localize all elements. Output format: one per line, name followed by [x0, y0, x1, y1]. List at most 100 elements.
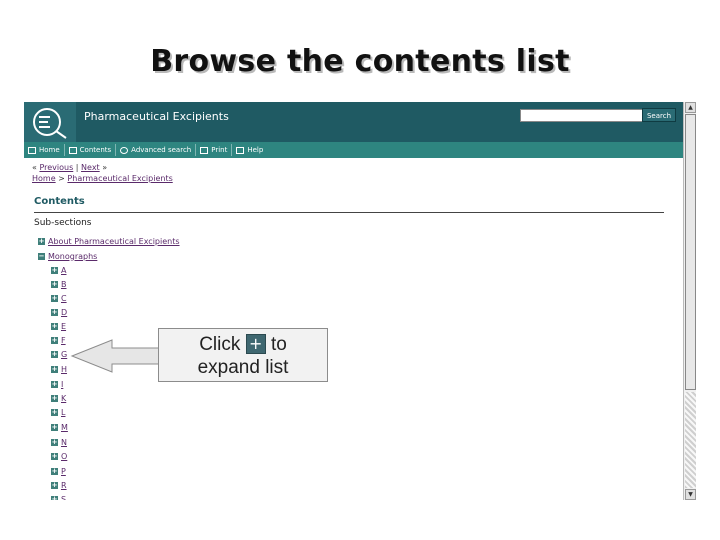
expand-hint-callout: Click + to expand list: [158, 328, 328, 382]
tree-item[interactable]: − Monographs: [38, 250, 97, 262]
tree-item[interactable]: + L: [51, 406, 65, 418]
tree-item[interactable]: + About Pharmaceutical Excipients: [38, 235, 180, 247]
scroll-thumb[interactable]: [685, 114, 696, 390]
tree-item[interactable]: + R: [51, 479, 67, 491]
pager-row: « Previous | Next »: [32, 163, 108, 172]
site-header: Pharmaceutical Excipients Search: [24, 102, 684, 142]
scroll-up-arrow-icon[interactable]: ▲: [685, 102, 696, 113]
contents-heading: Contents: [34, 196, 85, 207]
tree-item-label[interactable]: S: [61, 495, 66, 501]
tree-item-label[interactable]: H: [61, 365, 67, 374]
tree-item-label[interactable]: K: [61, 394, 66, 403]
tree-item-label[interactable]: A: [61, 266, 66, 275]
tree-item-label[interactable]: N: [61, 438, 67, 447]
scroll-track[interactable]: [685, 392, 696, 488]
nav-print[interactable]: Print: [196, 144, 233, 156]
expand-icon[interactable]: +: [51, 380, 58, 388]
callout-to-text: to: [270, 334, 287, 355]
tree-item-label[interactable]: L: [61, 408, 65, 417]
search-input[interactable]: [520, 109, 644, 122]
expand-icon[interactable]: +: [51, 266, 58, 274]
nav-contents[interactable]: Contents: [65, 144, 117, 156]
tree-item[interactable]: + A: [51, 264, 66, 276]
tree-item-label[interactable]: E: [61, 322, 66, 331]
nav-help-label: Help: [247, 146, 264, 154]
vertical-scrollbar[interactable]: ▲ ▼: [683, 102, 696, 500]
expand-icon[interactable]: +: [51, 350, 58, 358]
printer-icon: [200, 146, 209, 154]
expand-icon[interactable]: +: [51, 438, 58, 446]
expand-icon[interactable]: +: [51, 336, 58, 344]
breadcrumb-home-link[interactable]: Home: [32, 174, 56, 183]
crumb-row: Home > Pharmaceutical Excipients: [32, 173, 173, 184]
expand-icon[interactable]: +: [51, 294, 58, 302]
expand-icon[interactable]: +: [38, 237, 45, 245]
expand-icon[interactable]: +: [51, 423, 58, 431]
expand-icon[interactable]: +: [51, 467, 58, 475]
tree-item-label[interactable]: D: [61, 308, 67, 317]
tree-item[interactable]: + C: [51, 292, 67, 304]
expand-icon[interactable]: +: [51, 394, 58, 402]
tree-item-label[interactable]: O: [61, 452, 67, 461]
tree-item-label[interactable]: C: [61, 294, 67, 303]
pager-next-symbol: »: [102, 163, 108, 172]
tree-item[interactable]: + D: [51, 306, 67, 318]
tree-item[interactable]: + K: [51, 392, 66, 404]
tree-item-label[interactable]: P: [61, 467, 66, 476]
pager-prev-symbol: «: [32, 163, 37, 172]
nav-bar: Home Contents Advanced search Print Help: [24, 142, 684, 158]
tree-item-label[interactable]: I: [61, 380, 63, 389]
expand-icon[interactable]: +: [51, 481, 58, 489]
tree-item[interactable]: + I: [51, 378, 63, 390]
tree-item-label[interactable]: B: [61, 280, 67, 289]
nav-advanced-search-label: Advanced search: [131, 146, 192, 154]
slide-title: Browse the contents list: [150, 44, 570, 79]
tree-item[interactable]: + P: [51, 465, 66, 477]
breadcrumb-current-link[interactable]: Pharmaceutical Excipients: [67, 174, 172, 183]
tree-item[interactable]: + E: [51, 320, 66, 332]
expand-icon[interactable]: +: [51, 495, 58, 500]
tree-item[interactable]: + B: [51, 278, 67, 290]
heading-divider: [34, 212, 664, 213]
search-button[interactable]: Search: [642, 108, 676, 122]
callout-arrow-icon: [70, 339, 161, 373]
expand-icon[interactable]: +: [51, 452, 58, 460]
plus-icon: +: [245, 334, 266, 354]
tree-item[interactable]: + H: [51, 363, 67, 375]
browser-window: Pharmaceutical Excipients Search Home Co…: [24, 102, 696, 500]
expand-icon[interactable]: +: [51, 322, 58, 330]
expand-icon[interactable]: +: [51, 365, 58, 373]
tree-item[interactable]: + S: [51, 493, 66, 500]
collapse-icon[interactable]: −: [38, 252, 45, 260]
tree-item-label[interactable]: Monographs: [48, 252, 97, 261]
nav-help[interactable]: Help: [232, 144, 267, 156]
pager-previous-link[interactable]: Previous: [39, 163, 73, 172]
tree-item-label[interactable]: About Pharmaceutical Excipients: [48, 237, 180, 246]
expand-icon[interactable]: +: [51, 408, 58, 416]
tree-item[interactable]: + O: [51, 450, 67, 462]
subsections-label: Sub-sections: [34, 218, 92, 228]
nav-print-label: Print: [211, 146, 228, 154]
callout-click-text: Click: [199, 334, 241, 355]
tree-item[interactable]: + G: [51, 348, 67, 360]
expand-icon[interactable]: +: [51, 308, 58, 316]
tree-item-label[interactable]: F: [61, 336, 66, 345]
breadcrumb: « Previous | Next » Home > Pharmaceutica…: [32, 162, 173, 184]
list-icon: [68, 146, 77, 154]
expand-icon[interactable]: +: [51, 280, 58, 288]
eq-logo-icon[interactable]: [24, 102, 76, 142]
home-icon: [28, 146, 36, 154]
breadcrumb-separator: >: [58, 174, 65, 183]
tree-item[interactable]: + M: [51, 421, 68, 433]
scroll-down-arrow-icon[interactable]: ▼: [685, 489, 696, 500]
pager-next-link[interactable]: Next: [81, 163, 100, 172]
tree-item-label[interactable]: G: [61, 350, 67, 359]
tree-item[interactable]: + F: [51, 334, 66, 346]
nav-advanced-search[interactable]: Advanced search: [116, 144, 197, 156]
nav-home[interactable]: Home: [24, 144, 65, 156]
tree-item-label[interactable]: R: [61, 481, 67, 490]
nav-contents-label: Contents: [79, 146, 112, 154]
tree-item[interactable]: + N: [51, 436, 67, 448]
nav-home-label: Home: [39, 146, 60, 154]
tree-item-label[interactable]: M: [61, 423, 68, 432]
